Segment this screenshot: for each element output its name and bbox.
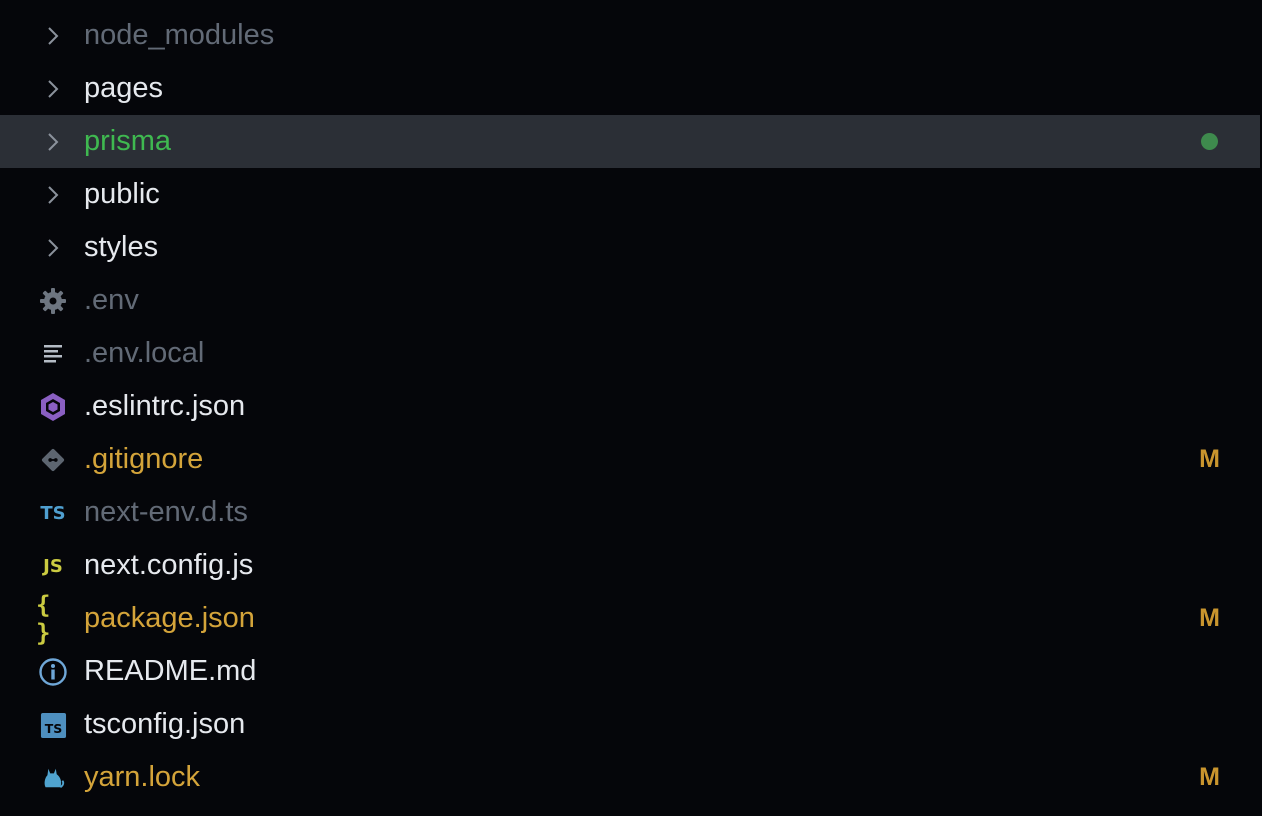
yarn-cat-icon [36, 763, 70, 793]
tree-item-pages[interactable]: pages [0, 62, 1260, 115]
tree-item-readme[interactable]: README.md [0, 645, 1260, 698]
typescript-icon: TS [36, 498, 70, 528]
git-icon [36, 445, 70, 475]
tree-item-env[interactable]: .env [0, 274, 1260, 327]
tree-item-label: yarn.lock [84, 761, 201, 793]
chevron-right-icon[interactable] [36, 180, 70, 210]
git-status-badge: M [1199, 763, 1220, 791]
tree-item-env-local[interactable]: .env.local [0, 327, 1260, 380]
tree-item-label: next.config.js [84, 549, 254, 581]
tree-item-label: styles [84, 231, 159, 263]
tree-item-label: tsconfig.json [84, 708, 246, 740]
tree-item-label: package.json [84, 602, 255, 634]
tsconfig-icon: TS [36, 710, 70, 740]
tree-item-label: next-env.d.ts [84, 496, 248, 528]
tree-item-node-modules[interactable]: node_modules [0, 9, 1260, 62]
tree-item-next-env[interactable]: TS next-env.d.ts [0, 486, 1260, 539]
chevron-right-icon[interactable] [36, 21, 70, 51]
file-explorer-tree: node_modules pages prisma public styles [0, 9, 1262, 816]
tree-item-next-config[interactable]: JS next.config.js [0, 539, 1260, 592]
typescript-icon-text: TS [40, 502, 66, 524]
tree-item-label: pages [84, 72, 164, 104]
javascript-icon: JS [36, 551, 70, 581]
tree-item-tsconfig[interactable]: TS tsconfig.json [0, 698, 1260, 751]
info-icon [36, 657, 70, 687]
chevron-right-icon[interactable] [36, 127, 70, 157]
eslint-icon [36, 392, 70, 422]
tree-item-label: prisma [84, 125, 172, 157]
tree-item-yarn-lock[interactable]: yarn.lock M [0, 751, 1260, 804]
tree-item-label: .gitignore [84, 443, 204, 475]
tree-item-label: .env [84, 284, 139, 316]
git-status-badge: M [1199, 604, 1220, 632]
tree-item-label: README.md [84, 655, 257, 687]
tree-item-gitignore[interactable]: .gitignore M [0, 433, 1260, 486]
tree-item-label: .env.local [84, 337, 205, 369]
tree-item-label: public [84, 178, 160, 210]
gear-icon [36, 286, 70, 316]
tree-item-label: .eslintrc.json [84, 390, 246, 422]
tsconfig-icon-text: TS [44, 721, 62, 736]
tree-item-eslintrc[interactable]: .eslintrc.json [0, 380, 1260, 433]
chevron-right-icon[interactable] [36, 233, 70, 263]
tree-item-styles[interactable]: styles [0, 221, 1260, 274]
untracked-dot-icon [1201, 133, 1218, 150]
git-status-badge: M [1199, 445, 1220, 473]
tree-item-prisma[interactable]: prisma [0, 115, 1260, 168]
chevron-right-icon[interactable] [36, 74, 70, 104]
tree-item-package-json[interactable]: { } package.json M [0, 591, 1260, 647]
json-braces-icon-text: { } [36, 591, 50, 647]
text-lines-icon [36, 339, 70, 369]
json-braces-icon: { } [36, 591, 70, 647]
javascript-icon-text: JS [43, 555, 63, 577]
tree-item-public[interactable]: public [0, 168, 1260, 221]
tree-item-label: node_modules [84, 19, 275, 51]
